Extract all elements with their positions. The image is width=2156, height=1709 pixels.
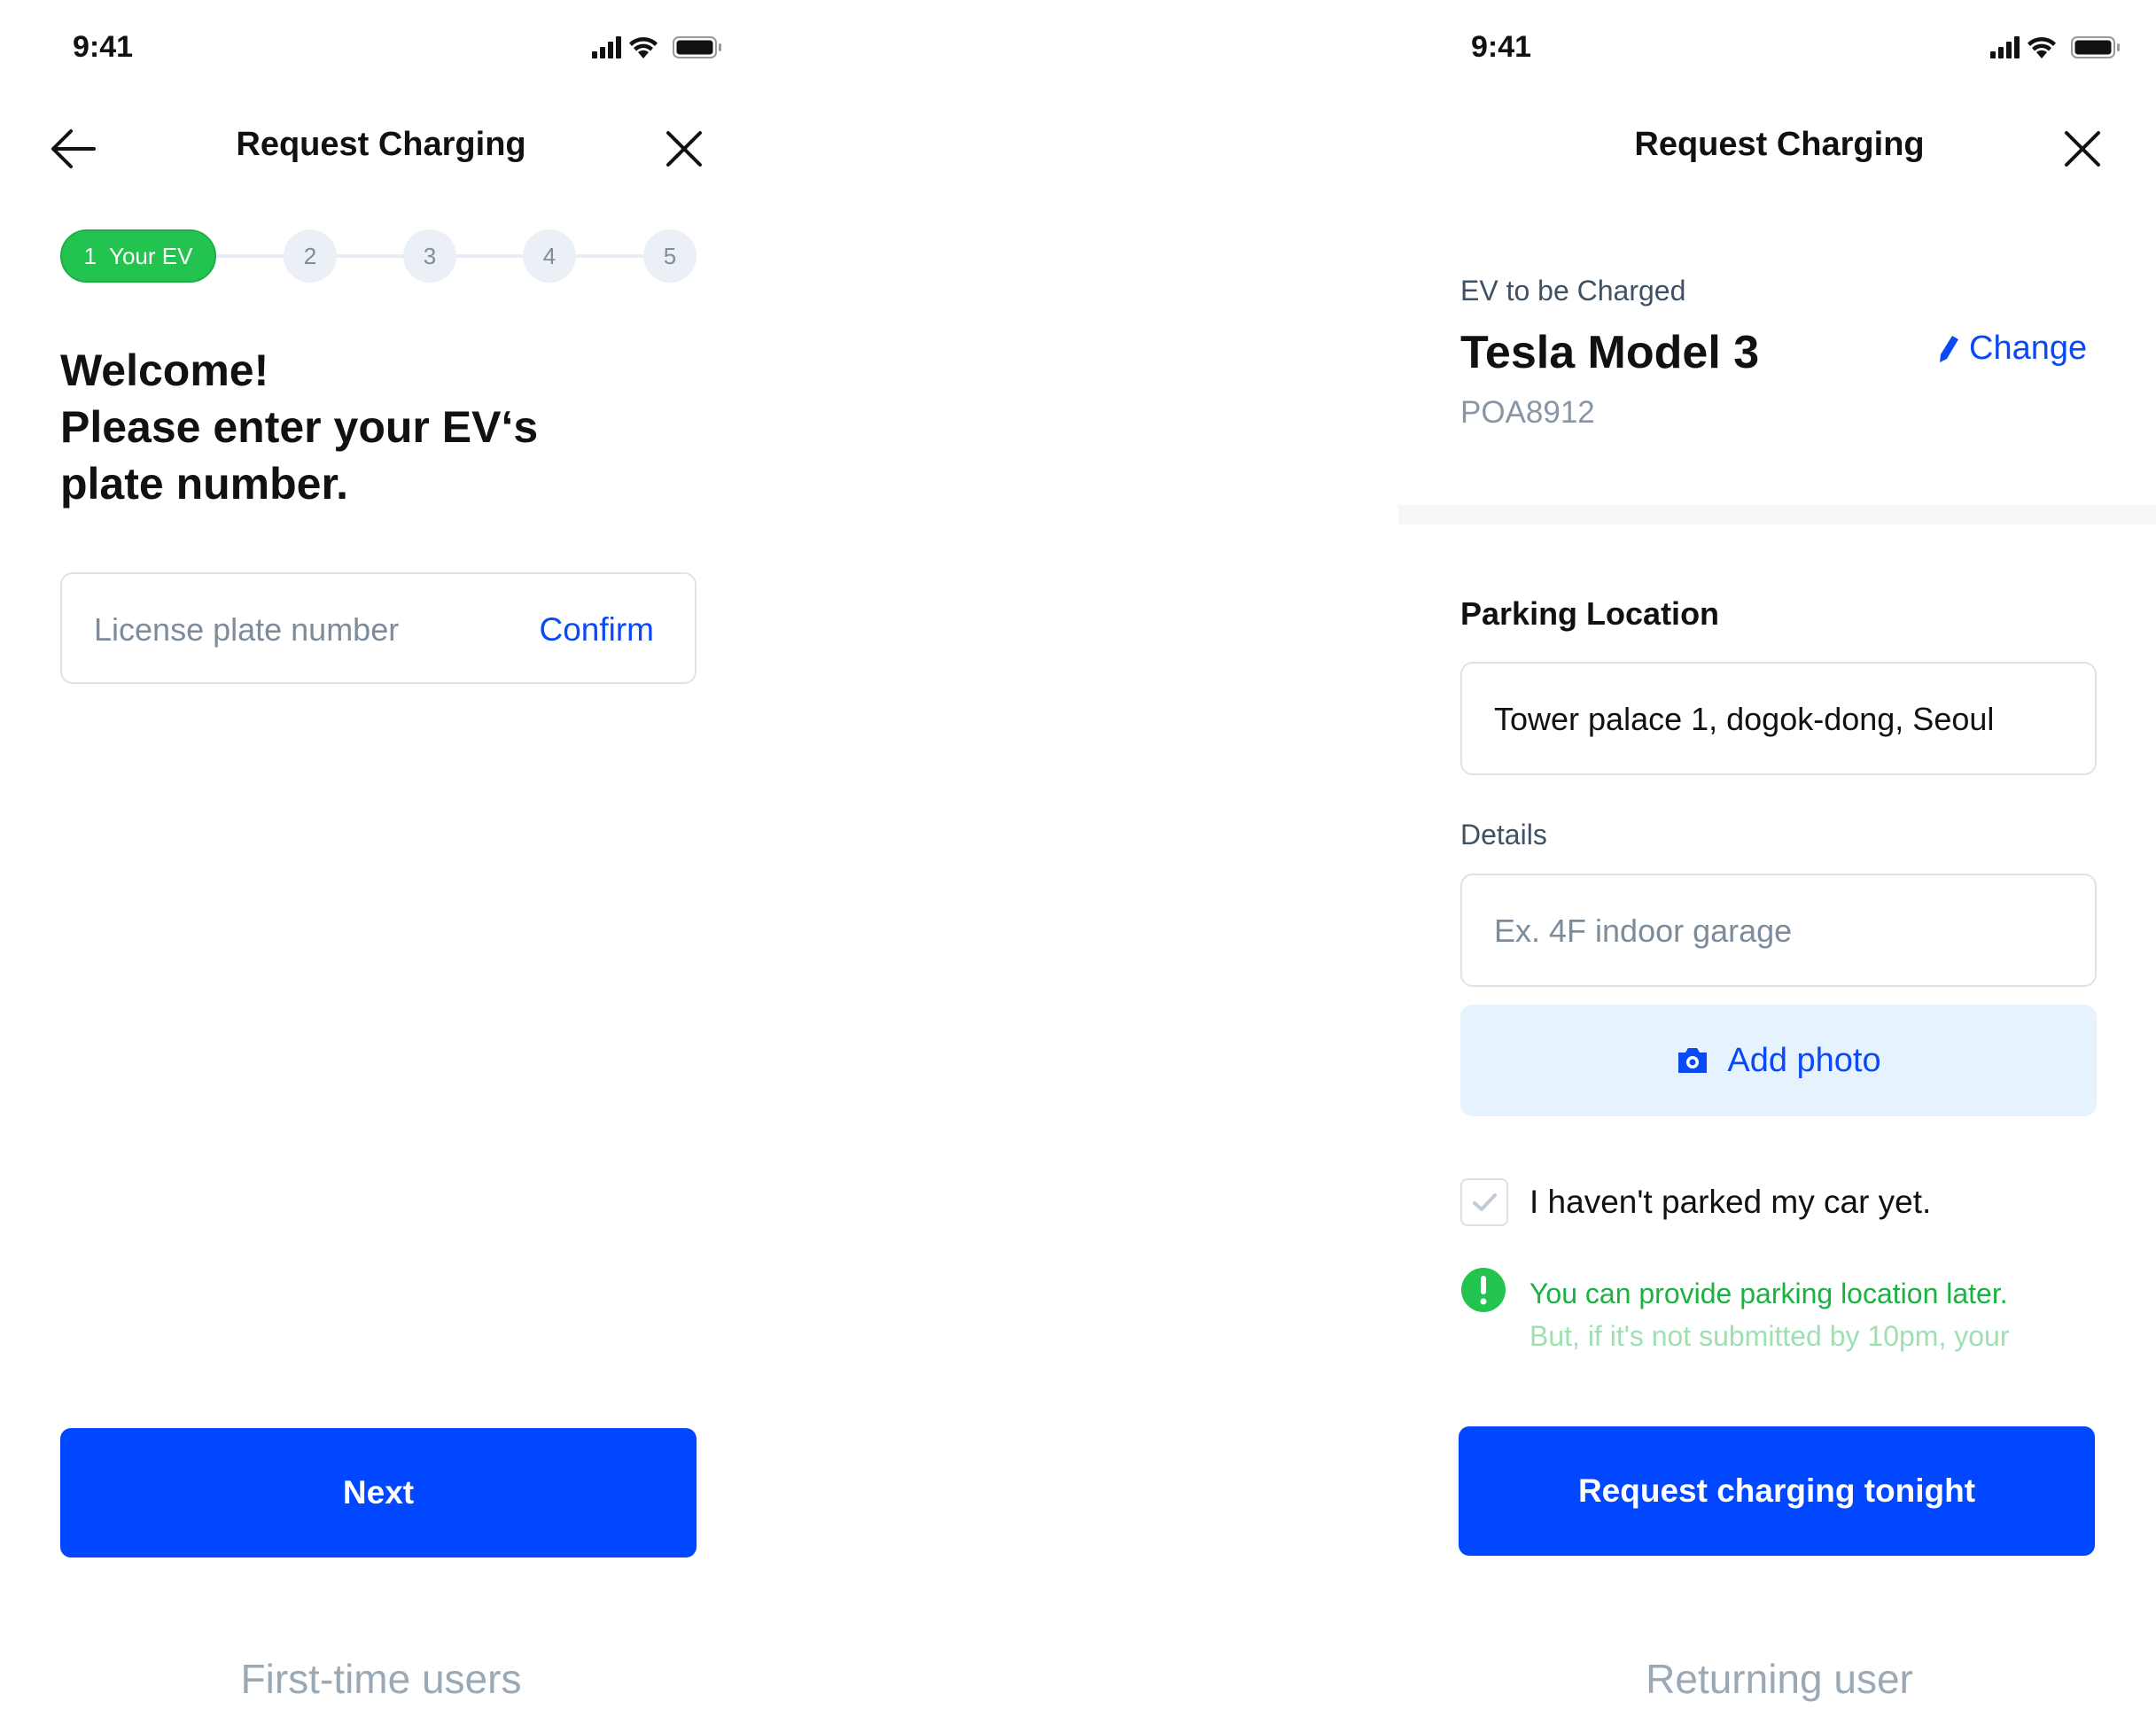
step-active-number: 1	[83, 242, 97, 269]
ev-section-label: EV to be Charged	[1460, 275, 1686, 307]
ev-model-name: Tesla Model 3	[1460, 327, 1760, 378]
battery-icon	[2071, 36, 2120, 58]
not-parked-label: I haven't parked my car yet.	[1529, 1184, 1932, 1220]
close-button[interactable]	[2059, 126, 2105, 172]
details-label: Details	[1460, 819, 1547, 851]
battery-icon	[673, 36, 721, 58]
close-icon	[666, 131, 702, 167]
notice-line-2: But, if it's not submitted by 10pm, your	[1529, 1320, 2010, 1352]
wifi-icon	[629, 37, 658, 58]
signal-wifi-battery-icons	[1990, 36, 2120, 58]
status-icons	[1987, 32, 2129, 64]
section-divider	[1398, 505, 2156, 524]
request-charging-button[interactable]: Request charging tonight	[1459, 1426, 2095, 1556]
next-button[interactable]: Next	[60, 1428, 697, 1558]
signal-icon	[592, 36, 621, 58]
screen-caption: First-time users	[240, 1656, 522, 1702]
add-photo-button[interactable]: Add photo	[1460, 1005, 2097, 1116]
step-3: 3	[403, 229, 456, 283]
signal-wifi-battery-icons	[592, 36, 721, 58]
step-active: 1 Your EV	[60, 229, 216, 283]
pencil-icon	[1940, 335, 1958, 362]
confirm-button[interactable]: Confirm	[539, 611, 654, 649]
status-icons	[588, 32, 730, 64]
parking-location-field[interactable]: Tower palace 1, dogok-dong, Seoul	[1460, 662, 2097, 775]
welcome-line: Welcome!	[60, 346, 269, 395]
close-icon	[2065, 131, 2100, 167]
check-icon	[1473, 1193, 1497, 1211]
details-placeholder: Ex. 4F indoor garage	[1494, 913, 1793, 949]
page-title: Request Charging	[236, 126, 526, 163]
progress-stepper: 1 Your EV 2 3 4 5	[60, 229, 697, 283]
ev-plate-number: POA8912	[1460, 395, 1595, 430]
exclamation-icon	[1460, 1267, 1506, 1313]
screen-caption: Returning user	[1646, 1656, 1913, 1702]
wifi-icon	[2028, 37, 2056, 58]
add-photo-label: Add photo	[1727, 1041, 1881, 1079]
page-title: Request Charging	[1634, 126, 1925, 163]
status-time: 9:41	[73, 30, 134, 64]
step-active-label: Your EV	[109, 242, 193, 269]
welcome-heading: Welcome! Please enter your EV‘s plate nu…	[60, 342, 698, 512]
welcome-line: Please enter your EV‘s	[60, 402, 539, 452]
step-5: 5	[643, 229, 697, 283]
parking-location-value: Tower palace 1, dogok-dong, Seoul	[1494, 701, 1995, 737]
change-ev-button[interactable]: Change	[1937, 330, 2087, 368]
parking-location-title: Parking Location	[1460, 595, 1720, 632]
details-input[interactable]: Ex. 4F indoor garage	[1460, 874, 2097, 987]
license-plate-input[interactable]: License plate number Confirm	[60, 572, 697, 684]
not-parked-checkbox[interactable]	[1460, 1178, 1508, 1226]
welcome-line: plate number.	[60, 459, 349, 509]
status-time: 9:41	[1471, 30, 1532, 64]
step-2: 2	[284, 229, 337, 283]
notice-line-1: You can provide parking location later.	[1529, 1278, 2008, 1309]
change-label: Change	[1969, 330, 2088, 367]
first-time-screen: 9:41 Request Charging 1 Your EV 2 3 4 5 …	[0, 0, 762, 1709]
returning-user-screen: 9:41 Request Charging EV to be Charged T…	[1398, 0, 2156, 1709]
step-4: 4	[523, 229, 576, 283]
signal-icon	[1990, 36, 2020, 58]
camera-icon	[1678, 1048, 1708, 1073]
parking-notice: You can provide parking location later. …	[1529, 1272, 2097, 1357]
license-plate-placeholder: License plate number	[94, 611, 400, 648]
close-button[interactable]	[661, 126, 707, 172]
